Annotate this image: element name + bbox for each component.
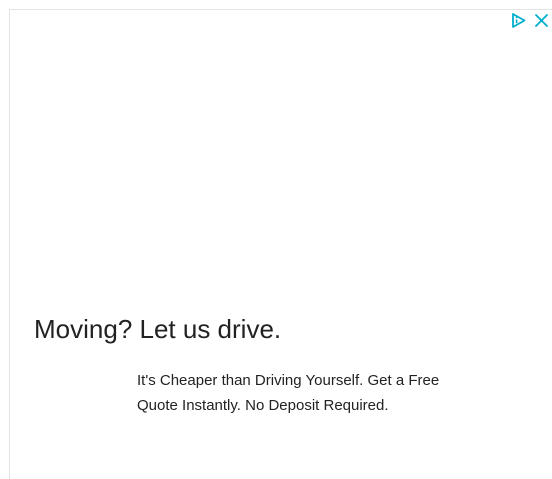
ad-body-text[interactable]: It's Cheaper than Driving Yourself. Get …: [137, 368, 457, 418]
ad-controls: [510, 12, 550, 29]
ad-headline[interactable]: Moving? Let us drive.: [34, 314, 281, 345]
adchoices-icon[interactable]: [510, 12, 527, 29]
close-icon[interactable]: [533, 12, 550, 29]
